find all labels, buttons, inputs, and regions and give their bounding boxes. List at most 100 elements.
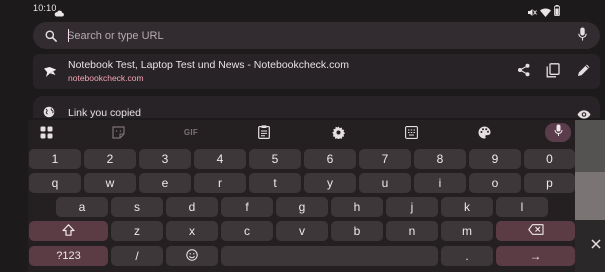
key-9[interactable]: 9 bbox=[469, 149, 521, 169]
key-u[interactable]: u bbox=[359, 173, 411, 193]
key-v[interactable]: v bbox=[276, 221, 328, 241]
key-label: 1 bbox=[51, 152, 59, 166]
status-icons bbox=[527, 3, 563, 17]
key-w[interactable]: w bbox=[84, 173, 136, 193]
shift-key[interactable] bbox=[29, 221, 108, 241]
key-6[interactable]: 6 bbox=[304, 149, 356, 169]
status-time: 10:10 bbox=[33, 3, 57, 13]
key-8[interactable]: 8 bbox=[414, 149, 466, 169]
key-c[interactable]: c bbox=[221, 221, 273, 241]
key-4[interactable]: 4 bbox=[194, 149, 246, 169]
backspace-key[interactable] bbox=[496, 221, 575, 241]
gif-button[interactable]: GIF bbox=[181, 124, 201, 140]
key-label: i bbox=[438, 176, 442, 190]
key-t[interactable]: t bbox=[249, 173, 301, 193]
key-r[interactable]: r bbox=[194, 173, 246, 193]
key-3[interactable]: 3 bbox=[139, 149, 191, 169]
key-label: j bbox=[410, 200, 414, 214]
settings-icon[interactable] bbox=[328, 124, 348, 140]
key-label: v bbox=[299, 224, 305, 238]
key-l[interactable]: l bbox=[496, 197, 548, 217]
copy-icon[interactable] bbox=[546, 63, 560, 83]
suggestion-row[interactable]: Notebook Test, Laptop Test und News - No… bbox=[33, 54, 600, 89]
key-label: s bbox=[134, 200, 140, 214]
key-1[interactable]: 1 bbox=[29, 149, 81, 169]
key-x[interactable]: x bbox=[166, 221, 218, 241]
search-icon bbox=[45, 29, 57, 47]
key-j[interactable]: j bbox=[386, 197, 438, 217]
key-o[interactable]: o bbox=[469, 173, 521, 193]
shift-icon bbox=[62, 223, 75, 239]
emoji-key[interactable] bbox=[166, 246, 218, 266]
key-5[interactable]: 5 bbox=[249, 149, 301, 169]
mic-icon[interactable] bbox=[578, 27, 587, 47]
key-label: r bbox=[218, 176, 222, 190]
edit-icon[interactable] bbox=[577, 63, 591, 82]
apps-icon[interactable] bbox=[36, 124, 56, 140]
key-label: n bbox=[408, 224, 416, 238]
key-period[interactable]: . bbox=[441, 246, 493, 266]
key-q[interactable]: q bbox=[29, 173, 81, 193]
emoji-icon bbox=[186, 248, 198, 264]
key-label: g bbox=[298, 200, 306, 214]
key-d[interactable]: d bbox=[166, 197, 218, 217]
suggestion-url: notebookcheck.com bbox=[68, 73, 144, 83]
key-label: p bbox=[546, 176, 553, 190]
clipboard-icon[interactable] bbox=[254, 124, 274, 140]
clipboard-label: Link you copied bbox=[68, 107, 141, 119]
key-f[interactable]: f bbox=[221, 197, 273, 217]
key-m[interactable]: m bbox=[441, 221, 493, 241]
close-icon[interactable] bbox=[591, 236, 601, 254]
key-h[interactable]: h bbox=[331, 197, 383, 217]
key-n[interactable]: n bbox=[386, 221, 438, 241]
mic-icon bbox=[554, 124, 563, 142]
sticker-icon[interactable] bbox=[108, 124, 128, 140]
key-label: . bbox=[465, 249, 469, 263]
key-label: k bbox=[464, 200, 470, 214]
key-7[interactable]: 7 bbox=[359, 149, 411, 169]
key-label: m bbox=[462, 224, 472, 238]
mute-icon bbox=[527, 4, 537, 22]
key-y[interactable]: y bbox=[304, 173, 356, 193]
key-label: 7 bbox=[381, 152, 389, 166]
key-i[interactable]: i bbox=[414, 173, 466, 193]
backspace-icon bbox=[527, 224, 544, 238]
share-icon[interactable] bbox=[517, 63, 531, 82]
clipboard-suggestion-row[interactable]: Link you copied bbox=[33, 96, 600, 119]
key-label: a bbox=[78, 200, 86, 214]
enter-key[interactable]: → bbox=[496, 246, 575, 266]
voice-input-button[interactable] bbox=[545, 123, 571, 142]
key-b[interactable]: b bbox=[331, 221, 383, 241]
symbols-key[interactable]: ?123 bbox=[29, 246, 108, 266]
key-e[interactable]: e bbox=[139, 173, 191, 193]
key-label: w bbox=[105, 176, 115, 190]
site-favicon-icon bbox=[43, 65, 57, 83]
key-label: h bbox=[353, 200, 361, 214]
key-g[interactable]: g bbox=[276, 197, 328, 217]
space-key[interactable] bbox=[221, 246, 438, 266]
palette-icon[interactable] bbox=[474, 124, 494, 140]
key-label: o bbox=[491, 176, 499, 190]
key-s[interactable]: s bbox=[111, 197, 163, 217]
key-a[interactable]: a bbox=[56, 197, 108, 217]
key-label: t bbox=[273, 176, 277, 190]
soft-keyboard: GIF 1 2 3 4 5 6 7 8 9 0 q w e r t y u i … bbox=[28, 120, 575, 272]
arrow-right-icon: → bbox=[529, 249, 542, 263]
key-label: x bbox=[189, 224, 195, 238]
cloud-icon bbox=[54, 4, 64, 22]
key-label: z bbox=[134, 224, 140, 238]
key-k[interactable]: k bbox=[441, 197, 493, 217]
key-slash[interactable]: / bbox=[111, 246, 163, 266]
text-caret bbox=[68, 29, 69, 42]
key-z[interactable]: z bbox=[111, 221, 163, 241]
key-label: 3 bbox=[161, 152, 169, 166]
key-p[interactable]: p bbox=[524, 173, 575, 193]
key-label: q bbox=[51, 176, 59, 190]
key-2[interactable]: 2 bbox=[84, 149, 136, 169]
key-0[interactable]: 0 bbox=[524, 149, 575, 169]
search-input[interactable] bbox=[67, 26, 547, 45]
keyboard-layout-icon[interactable] bbox=[401, 124, 421, 140]
browser-app: 10:10 Notebook Test bbox=[0, 0, 605, 272]
key-label: f bbox=[245, 200, 249, 214]
omnibox[interactable] bbox=[33, 22, 600, 49]
